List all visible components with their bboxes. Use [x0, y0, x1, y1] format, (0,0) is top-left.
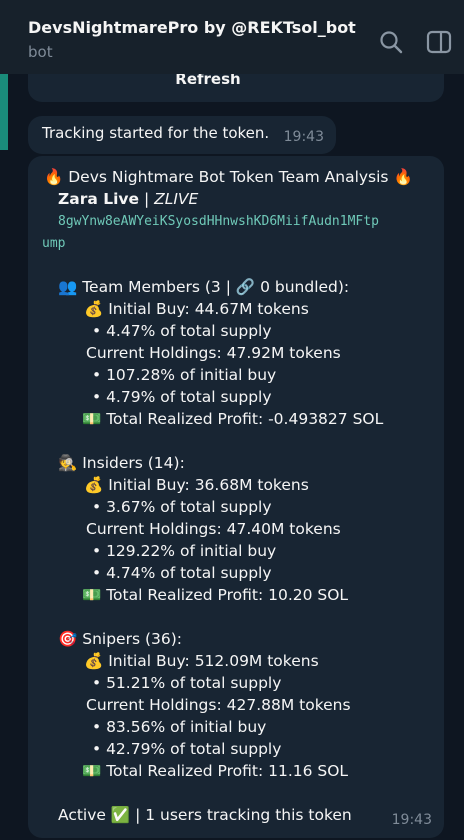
insiders-profit: 💵 Total Realized Profit: 10.20 SOL	[82, 586, 349, 604]
chat-header: DevsNightmarePro by @REKTsol_bot bot	[0, 0, 464, 74]
snipers-initial-pct: • 51.21% of total supply	[92, 674, 282, 692]
insiders-holdings-pct-initial: • 129.22% of initial buy	[92, 542, 277, 560]
team-holdings-pct-initial: • 107.28% of initial buy	[92, 366, 277, 384]
team-holdings-pct-supply: • 4.79% of total supply	[92, 388, 272, 406]
chat-subtitle: bot	[28, 43, 53, 61]
token-address-line1[interactable]: 8gwYnw8eAWYeiKSyosdHHnwshKD6MiifAudn1MFt…	[58, 211, 379, 233]
token-line: Zara Live | ZLIVE	[58, 188, 198, 210]
message-time: 19:43	[391, 812, 432, 828]
snipers-title: 🎯 Snipers (36):	[58, 630, 182, 648]
token-symbol: ZLIVE	[154, 190, 199, 208]
team-initial-pct: • 4.47% of total supply	[92, 322, 272, 340]
insiders-holdings: Current Holdings: 47.40M tokens	[86, 520, 341, 538]
token-address-line2[interactable]: ump	[42, 233, 65, 255]
chat-area: Refresh Tracking started for the token. …	[0, 74, 464, 840]
message-bubble: Tracking started for the token. 19:43	[28, 116, 336, 154]
insiders-holdings-pct-supply: • 4.74% of total supply	[92, 564, 272, 582]
insiders-initial-pct: • 3.67% of total supply	[92, 498, 272, 516]
team-title: 👥 Team Members (3 | 🔗 0 bundled):	[58, 278, 350, 296]
team-profit: 💵 Total Realized Profit: -0.493827 SOL	[82, 410, 384, 428]
analysis-message-bubble: 🔥 Devs Nightmare Bot Token Team Analysis…	[28, 156, 444, 838]
refresh-button-bubble[interactable]: Refresh	[28, 74, 444, 102]
team-holdings: Current Holdings: 47.92M tokens	[86, 344, 341, 362]
snipers-holdings: Current Holdings: 427.88M tokens	[86, 696, 351, 714]
insiders-initial-buy: 💰 Initial Buy: 36.68M tokens	[84, 476, 309, 494]
analysis-header: 🔥 Devs Nightmare Bot Token Team Analysis…	[44, 168, 413, 186]
refresh-button[interactable]: Refresh	[28, 74, 388, 88]
insiders-title: 🕵 Insiders (14):	[58, 454, 185, 472]
team-initial-buy: 💰 Initial Buy: 44.67M tokens	[84, 300, 309, 318]
token-name: Zara Live	[58, 190, 140, 208]
message-text: Tracking started for the token.	[42, 124, 270, 142]
message-time: 19:43	[283, 129, 324, 145]
snipers-holdings-pct-supply: • 42.79% of total supply	[92, 740, 282, 758]
separator: |	[143, 190, 155, 208]
chat-title[interactable]: DevsNightmarePro by @REKTsol_bot	[28, 18, 356, 37]
snipers-initial-buy: 💰 Initial Buy: 512.09M tokens	[84, 652, 319, 670]
snipers-holdings-pct-initial: • 83.56% of initial buy	[92, 718, 267, 736]
selection-accent-bar	[0, 74, 8, 150]
search-icon[interactable]	[378, 29, 404, 55]
sidebar-toggle-icon[interactable]	[426, 29, 452, 55]
tracking-status: Active ✅ | 1 users tracking this token	[58, 806, 352, 824]
snipers-profit: 💵 Total Realized Profit: 11.16 SOL	[82, 762, 349, 780]
